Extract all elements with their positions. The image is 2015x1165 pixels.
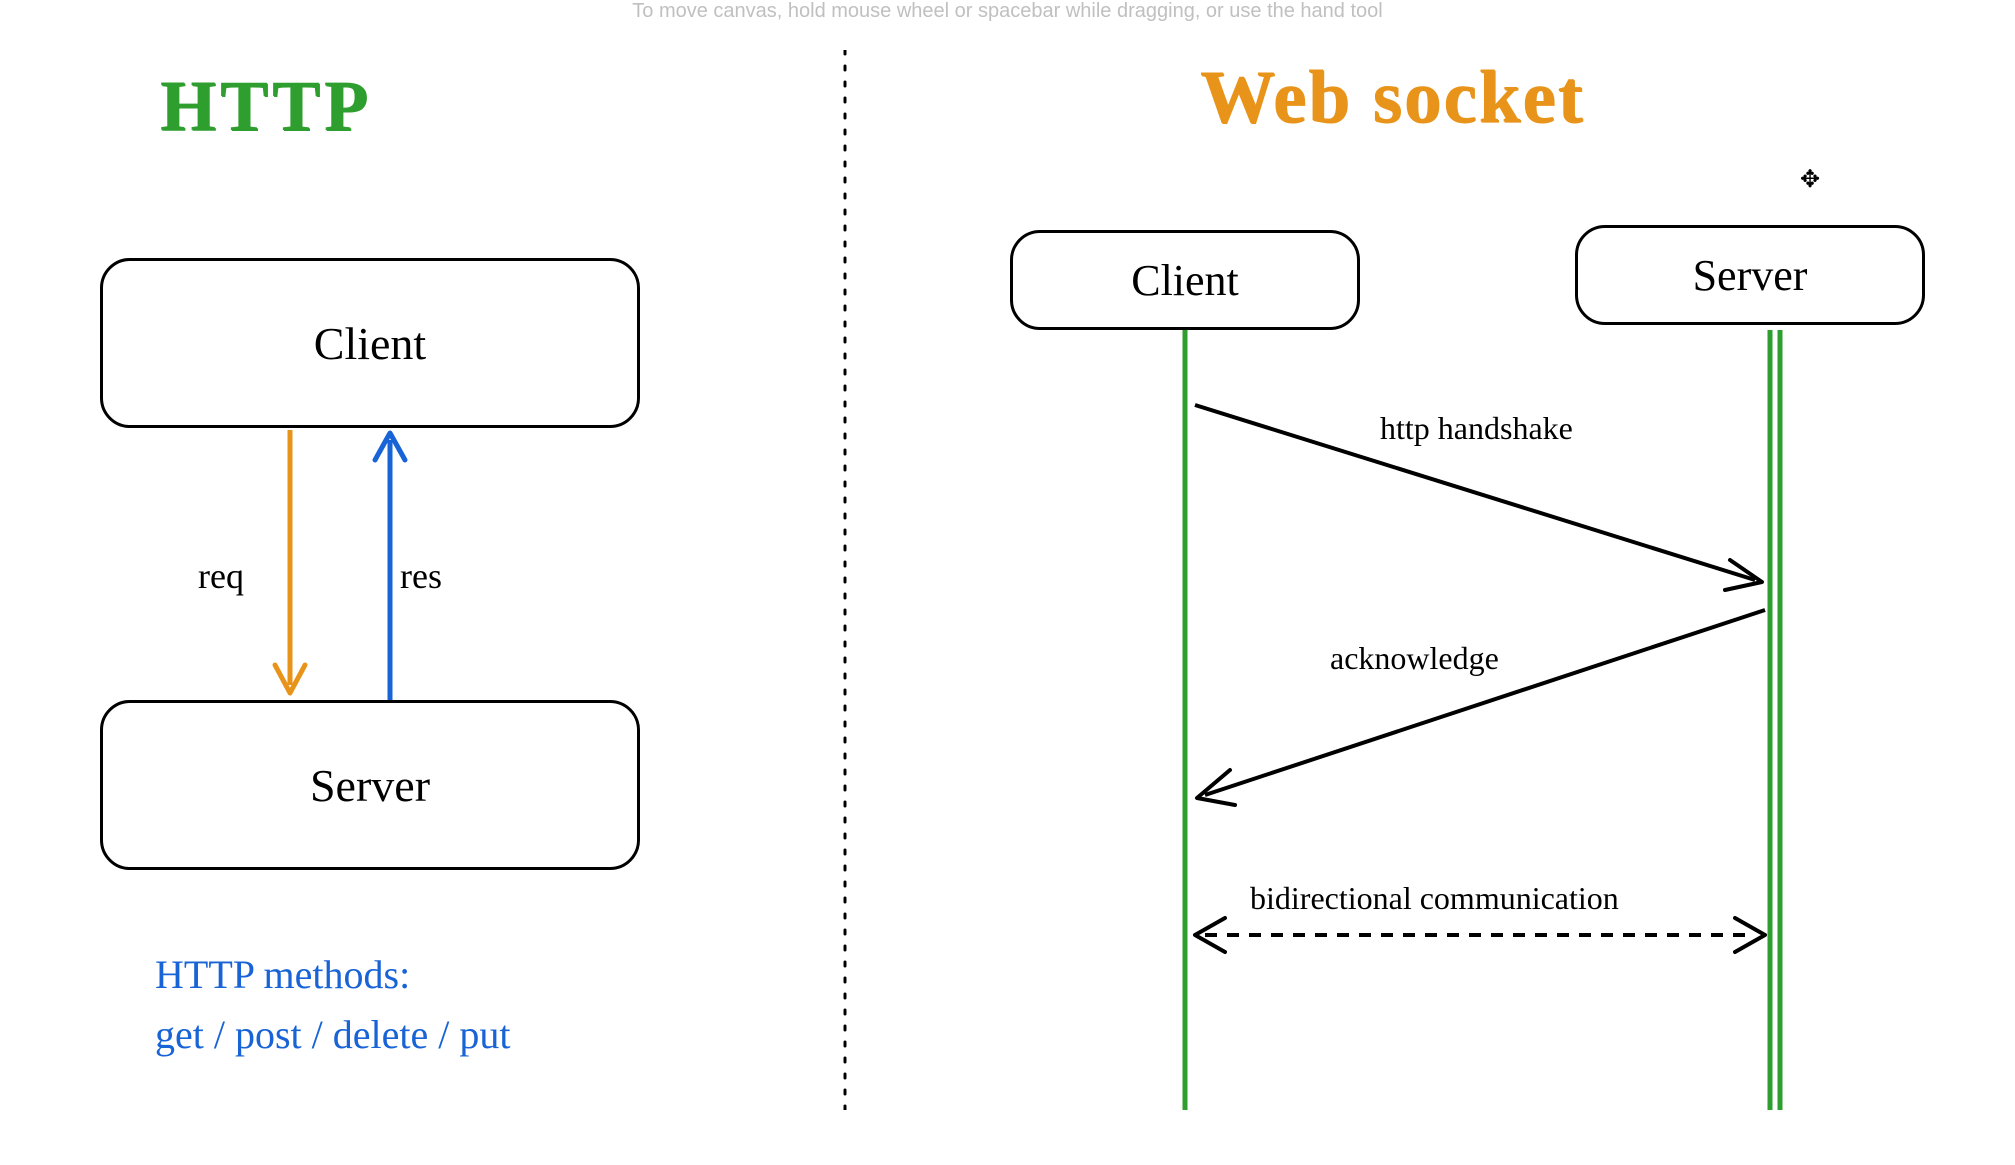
ws-ack-label: acknowledge [1330, 640, 1499, 677]
http-res-label: res [400, 555, 442, 597]
websocket-title: Web socket [1200, 55, 1585, 141]
http-methods-text: HTTP methods: get / post / delete / put [155, 945, 511, 1065]
http-title: HTTP [160, 65, 372, 148]
diagram-canvas[interactable]: To move canvas, hold mouse wheel or spac… [0, 0, 2015, 1165]
ws-server-box: Server [1575, 225, 1925, 325]
http-client-label: Client [314, 317, 426, 370]
http-server-box: Server [100, 700, 640, 870]
http-methods-heading: HTTP methods: [155, 945, 511, 1005]
vertical-divider [840, 50, 850, 1110]
ws-client-label: Client [1131, 255, 1239, 306]
move-cursor-icon: ✥ [1800, 165, 1820, 194]
http-methods-list: get / post / delete / put [155, 1005, 511, 1065]
ws-server-label: Server [1693, 250, 1808, 301]
http-server-label: Server [310, 759, 430, 812]
canvas-hint: To move canvas, hold mouse wheel or spac… [632, 0, 1382, 23]
http-req-label: req [198, 555, 244, 597]
http-client-box: Client [100, 258, 640, 428]
ws-bidir-label: bidirectional communication [1250, 880, 1619, 917]
ws-client-box: Client [1010, 230, 1360, 330]
ws-handshake-label: http handshake [1380, 410, 1573, 447]
